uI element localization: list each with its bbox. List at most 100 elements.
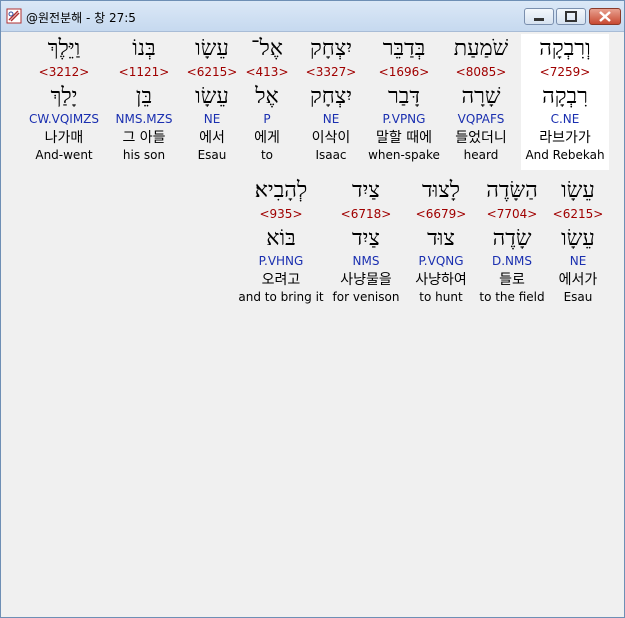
hebrew-lemma: עֵשָׂו bbox=[195, 84, 229, 109]
strong-number: <1696> bbox=[378, 65, 430, 79]
parsing-code: NE bbox=[569, 254, 587, 268]
hebrew-word: עֵשָׂו bbox=[195, 36, 229, 61]
hebrew-word: שֹׁמַעַת bbox=[453, 36, 509, 61]
strong-number: <6215> bbox=[186, 65, 238, 79]
parsing-code: CW.VQIMZS bbox=[28, 112, 100, 126]
hebrew-lemma: בֵּן bbox=[135, 84, 153, 109]
korean-gloss: 라브가가 bbox=[539, 130, 591, 146]
english-gloss: Esau bbox=[197, 148, 227, 162]
korean-gloss: 나가매 bbox=[44, 130, 84, 146]
word-column[interactable]: עֵשָׂו <6215> עֵשָׂו NE 에서 Esau bbox=[185, 34, 239, 170]
word-column[interactable]: וְרִבְקָה <7259> רִבְקָה C.NE 라브가가 And Rebeka… bbox=[521, 34, 609, 170]
hebrew-lemma: צַיִד bbox=[352, 226, 380, 251]
strong-number: <7704> bbox=[486, 207, 538, 221]
hebrew-word: וַיֵּלֶךְ bbox=[47, 36, 81, 61]
hebrew-word: הַשָּׂדֶה bbox=[486, 178, 538, 203]
hebrew-word: בְּנוֹ bbox=[132, 36, 156, 61]
korean-gloss: 에서 bbox=[199, 130, 225, 146]
word-column[interactable]: יִצְחָק <3327> יִצְחָק NE 이삭이 Isaac bbox=[296, 34, 366, 170]
hebrew-word: לָצוּד bbox=[421, 178, 461, 203]
hebrew-word: לְהָבִיא׃ bbox=[254, 178, 308, 203]
window-title: @원전분해 - 창 27:5 bbox=[26, 11, 136, 25]
english-gloss: his son bbox=[122, 148, 166, 162]
word-column[interactable]: בְּנוֹ <1121> בֵּן NMS.MZS 그 아들 his son bbox=[110, 34, 178, 170]
hebrew-word: בְּדַבֵּר bbox=[382, 36, 426, 61]
english-gloss: And-went bbox=[35, 148, 93, 162]
hebrew-lemma: עֵשָׂו bbox=[561, 226, 595, 251]
english-gloss: and to bring it bbox=[238, 290, 324, 304]
strong-number: <935> bbox=[259, 207, 303, 221]
hebrew-lemma: בּוֹא bbox=[266, 226, 296, 251]
hebrew-word: צַיִד bbox=[352, 178, 380, 203]
close-button[interactable] bbox=[589, 8, 621, 25]
parsing-code: C.NE bbox=[550, 112, 580, 126]
parsing-code: NMS bbox=[352, 254, 380, 268]
minimize-button[interactable] bbox=[524, 8, 554, 25]
strong-number: <6718> bbox=[340, 207, 392, 221]
english-gloss: And Rebekah bbox=[525, 148, 605, 162]
hebrew-word: וְרִבְקָה bbox=[539, 36, 591, 61]
english-gloss: to hunt bbox=[419, 290, 463, 304]
korean-gloss: 사냥물을 bbox=[340, 272, 392, 288]
word-column[interactable]: עֵשָׂו <6215> עֵשָׂו NE 에서가 Esau bbox=[547, 176, 609, 312]
english-gloss: Esau bbox=[563, 290, 593, 304]
hebrew-lemma: יָלַךְ bbox=[50, 84, 78, 109]
word-column[interactable]: צַיִד <6718> צַיִד NMS 사냥물을 for venison bbox=[332, 176, 400, 312]
strong-number: <413> bbox=[245, 65, 289, 79]
strong-number: <7259> bbox=[539, 65, 591, 79]
english-gloss: heard bbox=[463, 148, 499, 162]
english-gloss: when-spake bbox=[368, 148, 440, 162]
parsing-code: NE bbox=[322, 112, 340, 126]
parsing-code: P bbox=[263, 112, 271, 126]
word-column[interactable]: הַשָּׂדֶה <7704> שָׂדֶה D.NMS 들로 to the field bbox=[476, 176, 548, 312]
korean-gloss: 그 아들 bbox=[122, 130, 166, 146]
english-gloss: to bbox=[260, 148, 274, 162]
word-column[interactable]: בְּדַבֵּר <1696> דָּבַר P.VPNG 말할 때에 when-spa… bbox=[367, 34, 441, 170]
hebrew-word: יִצְחָק bbox=[309, 36, 353, 61]
korean-gloss: 오려고 bbox=[261, 272, 301, 288]
maximize-icon bbox=[565, 11, 577, 22]
word-column[interactable]: לְהָבִיא׃ <935> בּוֹא P.VHNG 오려고 and to bring… bbox=[238, 176, 324, 312]
word-column[interactable]: וַיֵּלֶךְ <3212> יָלַךְ CW.VQIMZS 나가매 And-wen… bbox=[21, 34, 107, 170]
strong-number: <6679> bbox=[415, 207, 467, 221]
english-gloss: Isaac bbox=[315, 148, 347, 162]
hebrew-lemma: דָּבַר bbox=[388, 84, 420, 109]
hebrew-lemma: שָׁרָה bbox=[461, 84, 501, 109]
hebrew-word: אֶל־ bbox=[251, 36, 283, 61]
korean-gloss: 들었더니 bbox=[455, 130, 507, 146]
parsing-code: P.VHNG bbox=[258, 254, 304, 268]
hebrew-lemma: שָׂדֶה bbox=[492, 226, 532, 251]
maximize-button[interactable] bbox=[556, 8, 586, 25]
verse-analysis-panel: וְרִבְקָה <7259> רִבְקָה C.NE 라브가가 And Rebeka… bbox=[2, 32, 623, 617]
english-gloss: for venison bbox=[332, 290, 400, 304]
bible-app-icon[interactable] bbox=[6, 8, 22, 24]
korean-gloss: 말할 때에 bbox=[376, 130, 432, 146]
close-icon bbox=[599, 11, 611, 22]
strong-number: <3327> bbox=[305, 65, 357, 79]
hebrew-word: עֵשָׂו bbox=[561, 178, 595, 203]
hebrew-lemma: צוּד bbox=[427, 226, 455, 251]
parsing-code: NMS.MZS bbox=[115, 112, 173, 126]
parsing-code: P.VQNG bbox=[418, 254, 464, 268]
hebrew-lemma: רִבְקָה bbox=[542, 84, 588, 109]
korean-gloss: 들로 bbox=[499, 272, 525, 288]
parsing-code: NE bbox=[203, 112, 221, 126]
hebrew-lemma: יִצְחָק bbox=[309, 84, 353, 109]
parsing-code: VQPAFS bbox=[457, 112, 505, 126]
word-column[interactable]: לָצוּד <6679> צוּד P.VQNG 사냥하여 to hunt bbox=[406, 176, 476, 312]
title-bar[interactable]: @원전분해 - 창 27:5 bbox=[1, 1, 624, 32]
hebrew-lemma: אֶל bbox=[255, 84, 279, 109]
strong-number: <3212> bbox=[38, 65, 90, 79]
word-column[interactable]: שֹׁמַעַת <8085> שָׁרָה VQPAFS 들었더니 heard bbox=[442, 34, 520, 170]
korean-gloss: 에서가 bbox=[558, 272, 598, 288]
minimize-icon bbox=[534, 18, 544, 21]
strong-number: <8085> bbox=[455, 65, 507, 79]
korean-gloss: 사냥하여 bbox=[415, 272, 467, 288]
strong-number: <1121> bbox=[118, 65, 170, 79]
parsing-code: P.VPNG bbox=[382, 112, 426, 126]
parsing-code: D.NMS bbox=[491, 254, 532, 268]
english-gloss: to the field bbox=[479, 290, 545, 304]
word-column[interactable]: אֶל־ <413> אֶל P 에게 to bbox=[244, 34, 290, 170]
korean-gloss: 에게 bbox=[254, 130, 280, 146]
korean-gloss: 이삭이 bbox=[311, 130, 351, 146]
